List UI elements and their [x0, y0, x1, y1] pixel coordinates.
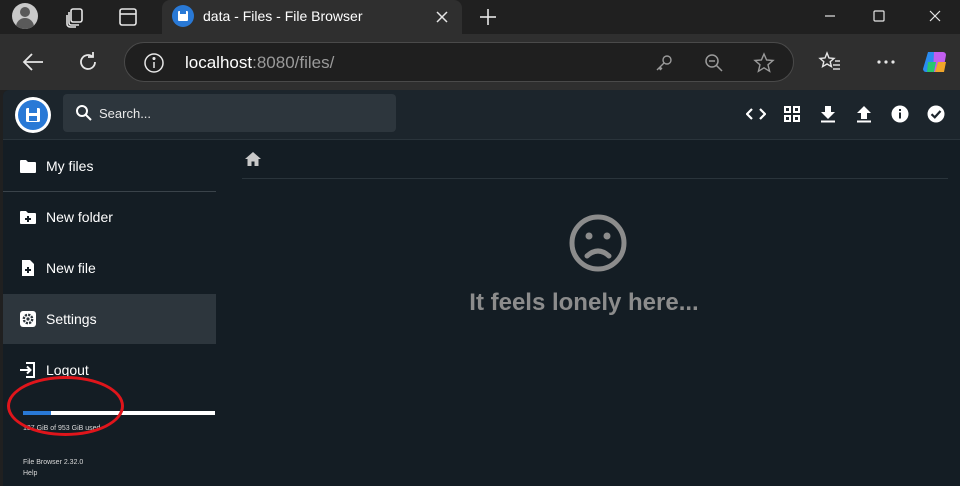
new-tab-icon[interactable]	[476, 5, 500, 29]
address-bar[interactable]: localhost:8080/files/	[124, 42, 794, 82]
maximize-window-icon[interactable]	[854, 0, 904, 32]
search-input[interactable]	[99, 103, 379, 123]
grid-view-icon[interactable]	[780, 102, 804, 126]
new-file-icon	[18, 258, 38, 278]
sidebar-item-label: My files	[46, 158, 94, 174]
minimize-window-icon[interactable]	[805, 0, 855, 32]
storage-quota-bar	[23, 411, 215, 415]
sidebar-item-settings[interactable]: Settings	[3, 294, 216, 344]
file-listing: It feels lonely here...	[216, 141, 960, 486]
sidebar-item-logout[interactable]: Logout	[3, 345, 216, 395]
favorites-list-icon[interactable]	[816, 48, 844, 76]
logout-icon	[18, 360, 38, 380]
zoom-out-icon[interactable]	[703, 52, 725, 74]
more-options-icon[interactable]	[872, 48, 900, 76]
file-browser-favicon-icon	[172, 5, 194, 27]
browser-toolbar: localhost:8080/files/	[0, 34, 960, 90]
profile-avatar-icon[interactable]	[10, 3, 40, 29]
close-window-icon[interactable]	[910, 0, 960, 32]
settings-gear-icon	[18, 309, 38, 329]
copilot-icon[interactable]	[922, 48, 950, 76]
file-browser-logo-icon[interactable]	[15, 97, 51, 133]
favorite-star-icon[interactable]	[753, 52, 775, 74]
download-icon[interactable]	[816, 102, 840, 126]
address-path: :8080/files/	[252, 53, 335, 72]
browser-tab-active[interactable]: data - Files - File Browser	[162, 0, 462, 34]
help-link[interactable]: Help	[23, 470, 37, 477]
search-box[interactable]	[63, 94, 396, 132]
info-icon[interactable]	[888, 102, 912, 126]
tab-actions-icon[interactable]	[116, 5, 140, 29]
sidebar-item-new-file[interactable]: New file	[3, 243, 216, 293]
address-url[interactable]: localhost:8080/files/	[185, 53, 334, 73]
storage-quota-text: 137 GiB of 953 GiB used	[23, 425, 101, 432]
back-arrow-icon[interactable]	[19, 48, 47, 76]
sidebar-item-new-folder[interactable]: New folder	[3, 192, 216, 242]
sidebar-item-label: New folder	[46, 209, 113, 225]
upload-icon[interactable]	[852, 102, 876, 126]
tab-title: data - Files - File Browser	[203, 8, 363, 24]
workspaces-icon[interactable]	[63, 5, 87, 29]
empty-state-message: It feels lonely here...	[469, 289, 699, 316]
app-header	[3, 90, 960, 140]
password-key-icon[interactable]	[653, 52, 675, 74]
refresh-icon[interactable]	[74, 48, 102, 76]
address-host: localhost	[185, 53, 253, 72]
file-browser-app: My files New folder New file Settings L	[3, 90, 960, 486]
home-icon[interactable]	[244, 151, 262, 169]
search-icon	[75, 104, 93, 122]
sidebar-item-my-files[interactable]: My files	[3, 141, 216, 191]
select-multiple-check-icon[interactable]	[924, 102, 948, 126]
app-version: File Browser 2.32.0	[23, 459, 84, 466]
breadcrumb	[242, 141, 948, 179]
storage-quota-fill	[23, 411, 51, 415]
close-tab-icon[interactable]	[432, 7, 452, 27]
site-info-icon[interactable]	[143, 52, 165, 74]
sidebar-item-label: Logout	[46, 362, 89, 378]
sad-face-icon	[568, 213, 628, 273]
browser-tab-strip: data - Files - File Browser	[0, 0, 960, 34]
sidebar-item-label: Settings	[46, 311, 97, 327]
source-code-icon[interactable]	[744, 102, 768, 126]
sidebar: My files New folder New file Settings Lo…	[3, 141, 216, 486]
sidebar-item-label: New file	[46, 260, 96, 276]
folder-icon	[18, 156, 38, 176]
new-folder-icon	[18, 207, 38, 227]
